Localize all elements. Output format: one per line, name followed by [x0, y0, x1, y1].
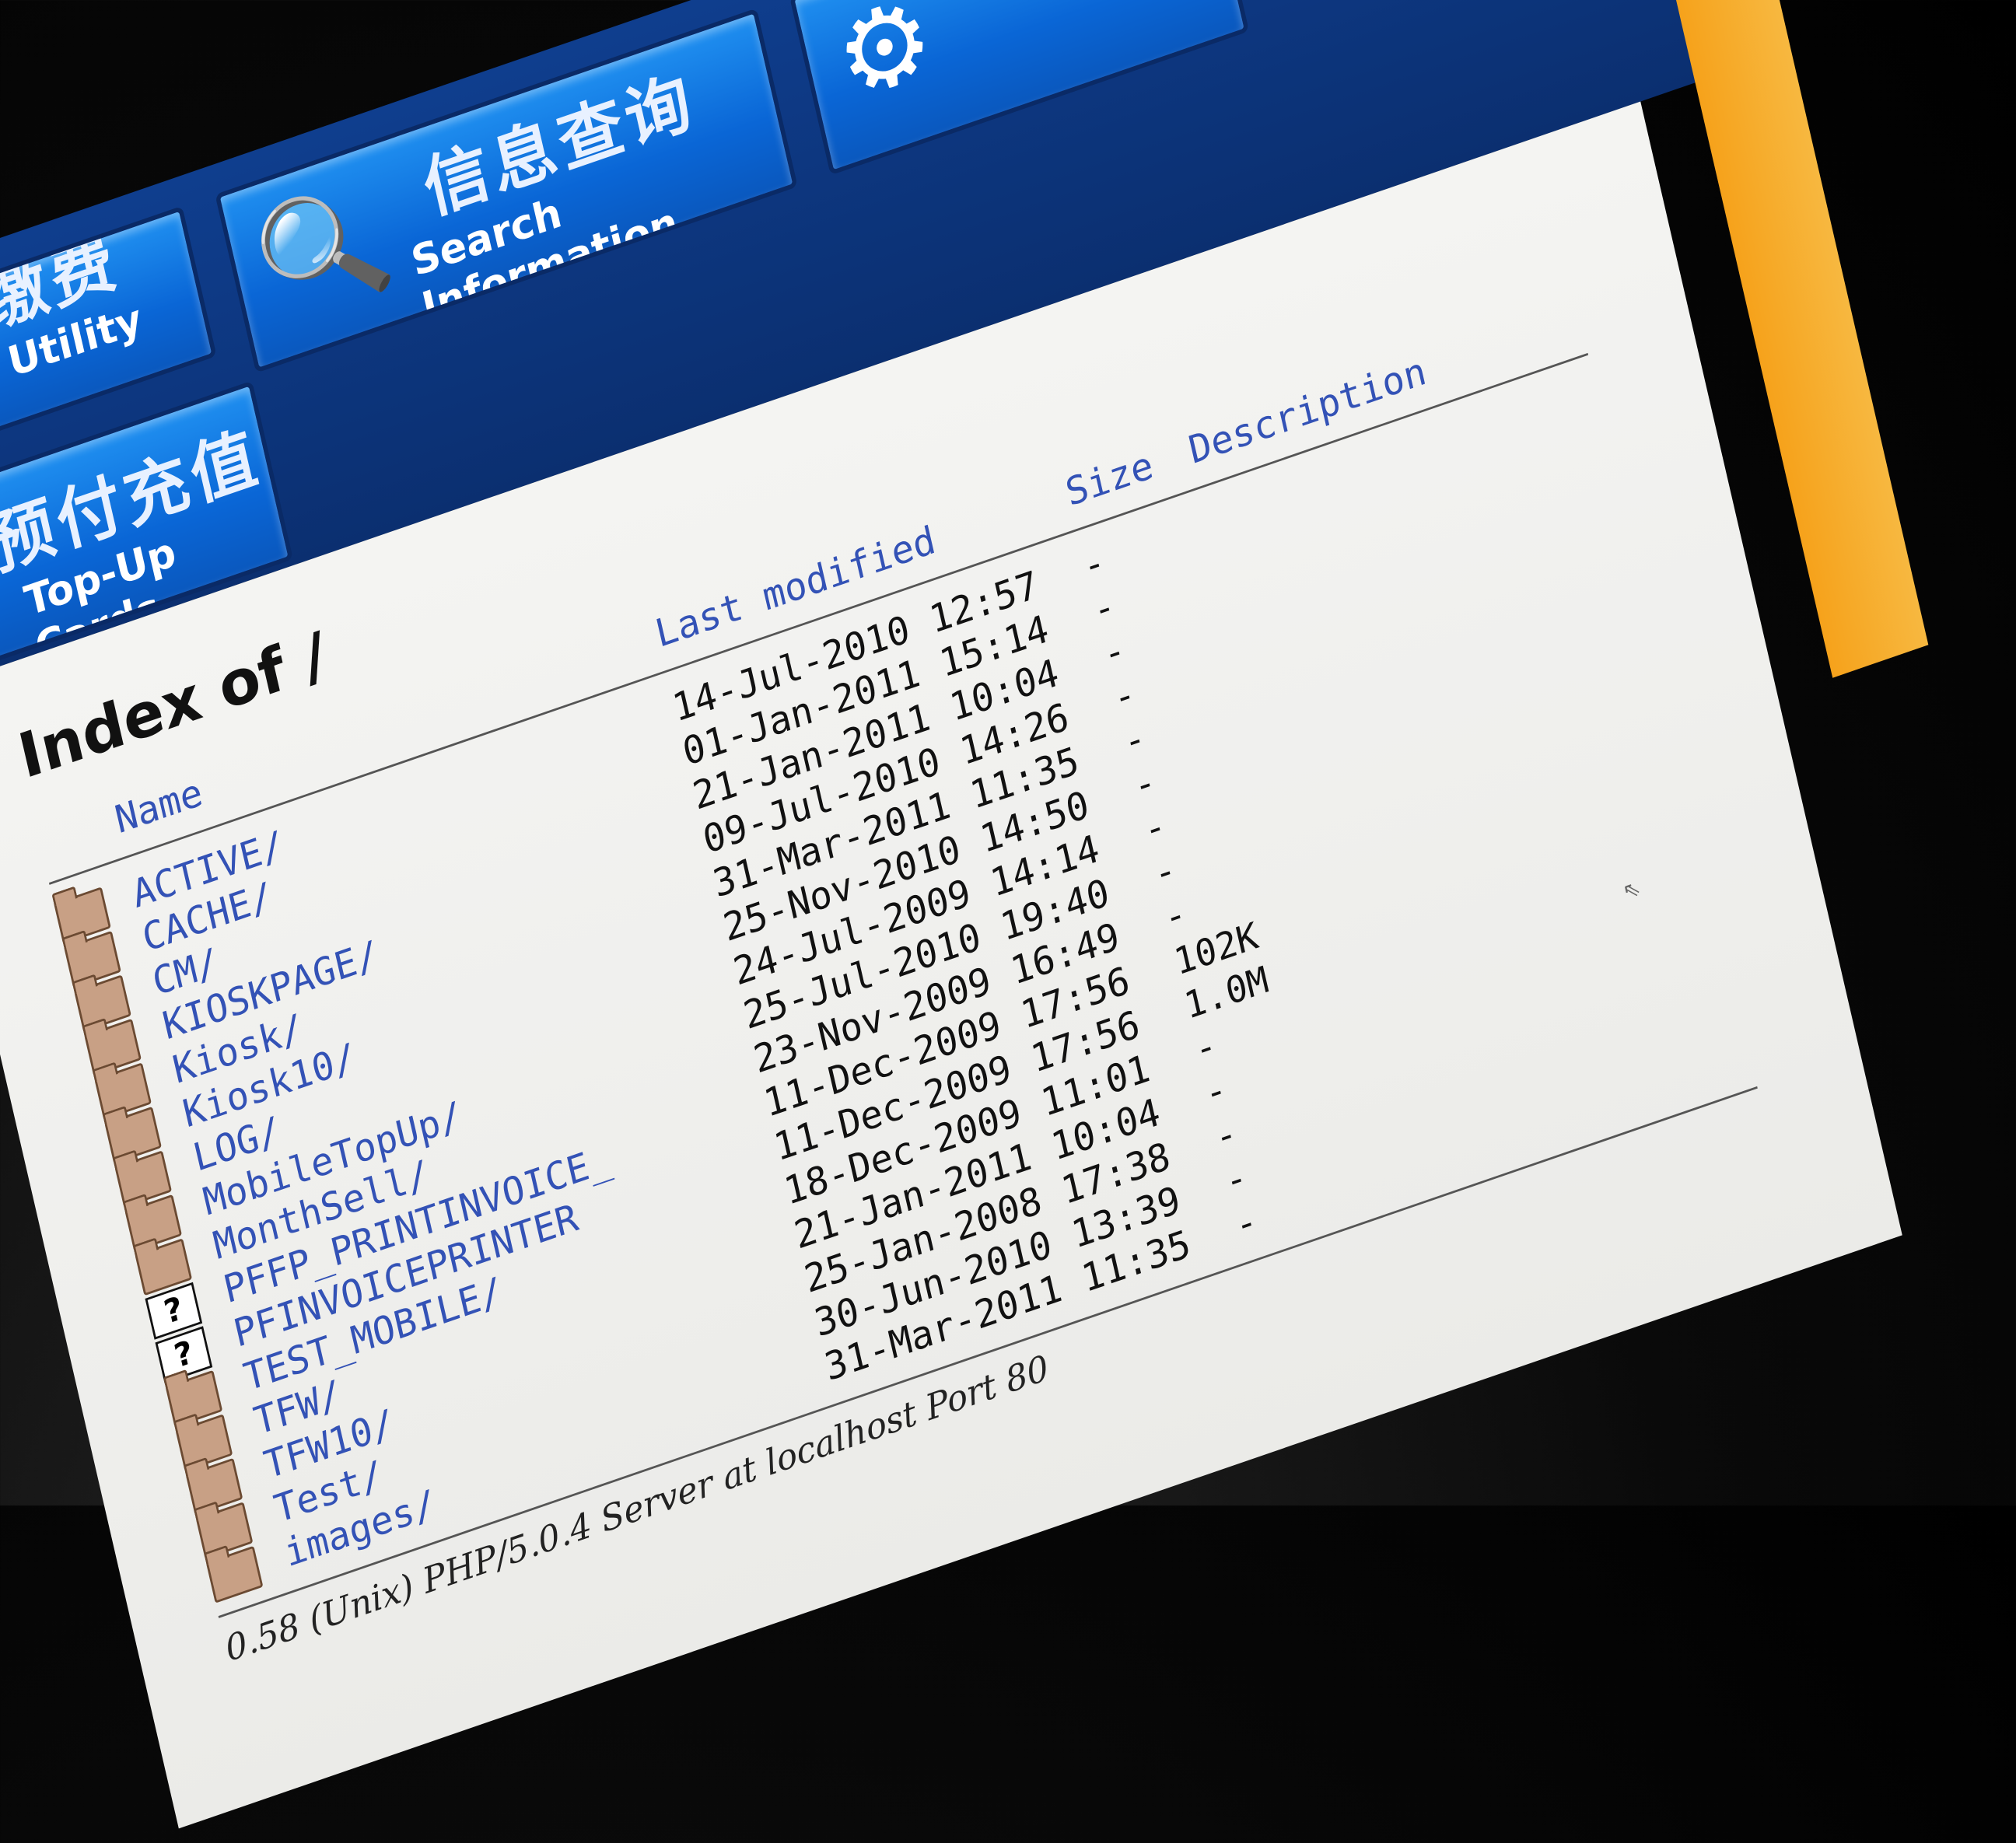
file-size: - — [1160, 891, 1191, 940]
file-size: - — [1099, 628, 1129, 677]
folder-icon — [205, 1545, 264, 1603]
file-size: - — [1210, 1110, 1241, 1159]
file-size: - — [1220, 1155, 1251, 1204]
file-size: - — [1129, 760, 1160, 809]
file-size: - — [1089, 584, 1119, 633]
file-size: - — [1150, 848, 1181, 897]
file-size: - — [1079, 540, 1109, 589]
file-size: - — [1139, 803, 1171, 852]
file-size: - — [1119, 715, 1150, 764]
file-size: - — [1230, 1198, 1262, 1247]
tile-top-right-icon: ⚙ — [824, 0, 946, 127]
column-header-size[interactable]: Size — [1062, 443, 1157, 516]
file-size: - — [1109, 672, 1140, 721]
file-size: - — [1190, 1023, 1221, 1072]
column-header-name[interactable]: Name — [111, 771, 207, 843]
search-information-button[interactable]: 🔍 信息查询 Search Information — [215, 8, 798, 373]
file-size: - — [1200, 1067, 1231, 1116]
magnifier-document-icon: 🔍 — [245, 166, 401, 334]
page-title: Index of / — [12, 618, 334, 793]
tile-top-right[interactable]: ⚙ — [789, 0, 1250, 176]
kiosk-screen: 公共缴费 Public Utility Bills 🔍 信息查询 Search … — [0, 0, 1999, 1829]
